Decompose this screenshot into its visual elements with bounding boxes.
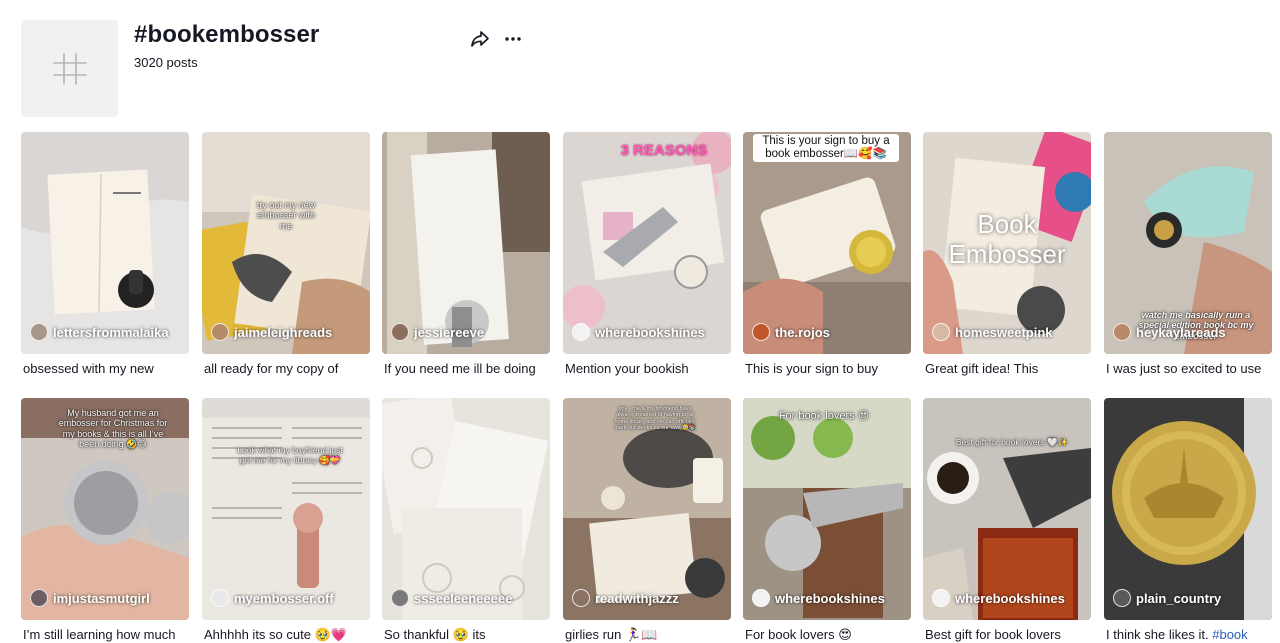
- video-caption[interactable]: I think she likes it. #book: [1106, 627, 1274, 642]
- creator-tag: jaimeleighreads: [211, 322, 332, 342]
- creator-avatar: [1113, 589, 1131, 607]
- creator-avatar: [211, 589, 229, 607]
- video-overlay-text: Look what my boyfriend just got me for m…: [237, 445, 343, 465]
- video-caption[interactable]: So thankful 🥹 its: [384, 627, 552, 643]
- video-caption[interactable]: Great gift idea! This: [925, 361, 1093, 376]
- creator-tag: myembosser.off: [211, 588, 334, 608]
- video-thumbnail[interactable]: Best gift for book lovers 🤍✨ wherebooksh…: [923, 398, 1091, 620]
- creator-avatar: [752, 323, 770, 341]
- creator-tag: homesweetpink: [932, 322, 1053, 342]
- creator-name: homesweetpink: [955, 324, 1053, 340]
- video-caption[interactable]: obsessed with my new: [23, 361, 191, 376]
- video-thumbnail[interactable]: This is your sign to buy a book embosser…: [743, 132, 911, 354]
- video-overlay-text: pov - me & my boyfriend have always drea…: [614, 406, 696, 431]
- creator-name: lettersfrommalaika: [53, 324, 169, 340]
- creator-avatar: [752, 589, 770, 607]
- video-thumbnail[interactable]: For book lovers 😍 wherebookshines: [743, 398, 911, 620]
- share-icon: [471, 31, 489, 47]
- video-overlay-text: For book lovers 😍: [778, 410, 870, 422]
- creator-avatar: [391, 323, 409, 341]
- creator-avatar: [30, 589, 48, 607]
- video-thumbnail[interactable]: ssseeleeneeeee: [382, 398, 550, 620]
- video-overlay-text: This is your sign to buy a book embosser…: [753, 134, 899, 163]
- video-thumbnail[interactable]: pov - me & my boyfriend have always drea…: [563, 398, 731, 620]
- creator-avatar: [572, 589, 590, 607]
- video-caption[interactable]: girlies run 🏃‍♀️📖: [565, 627, 733, 643]
- creator-tag: readwithjazzz: [572, 588, 679, 608]
- creator-name: ssseeleeneeeee: [414, 590, 513, 606]
- creator-tag: imjustasmutgirl: [30, 588, 150, 608]
- video-caption[interactable]: This is your sign to buy: [745, 361, 913, 376]
- video-caption[interactable]: I was just so excited to use: [1106, 361, 1274, 376]
- creator-name: jessiereeve: [414, 324, 485, 340]
- video-thumbnail[interactable]: plain_country: [1104, 398, 1272, 620]
- video-overlay-text: try out my new embosser with me: [256, 200, 316, 231]
- creator-name: wherebookshines: [955, 590, 1065, 606]
- hashtag-avatar: [21, 20, 118, 117]
- share-button[interactable]: [468, 27, 492, 51]
- video-thumbnail[interactable]: watch me basically ruin a special editio…: [1104, 132, 1272, 354]
- video-caption[interactable]: Ahhhhh its so cute 🥹💗: [204, 627, 372, 643]
- video-caption[interactable]: all ready for my copy of: [204, 361, 372, 376]
- video-overlay-text: 3 REASONS: [620, 142, 708, 159]
- hashtag-icon: [52, 52, 87, 85]
- creator-avatar: [932, 589, 950, 607]
- creator-tag: jessiereeve: [391, 322, 484, 342]
- hashtag-title: #bookembosser: [134, 21, 320, 48]
- creator-name: heykaylareads: [1136, 324, 1226, 340]
- creator-name: jaimeleighreads: [234, 324, 333, 340]
- creator-name: plain_country: [1136, 590, 1222, 606]
- video-overlay-text: My husband got me an embosser for Christ…: [58, 408, 168, 450]
- video-caption[interactable]: Mention your bookish: [565, 361, 733, 376]
- creator-tag: wherebookshines: [752, 588, 885, 608]
- creator-name: imjustasmutgirl: [53, 590, 150, 606]
- video-thumbnail[interactable]: try out my new embosser with me jaimelei…: [202, 132, 370, 354]
- video-caption[interactable]: I’m still learning how much: [23, 627, 191, 642]
- creator-avatar: [572, 323, 590, 341]
- creator-tag: plain_country: [1113, 588, 1221, 608]
- creator-name: myembosser.off: [234, 590, 334, 606]
- video-thumbnail[interactable]: Look what my boyfriend just got me for m…: [202, 398, 370, 620]
- creator-avatar: [30, 323, 48, 341]
- video-overlay-text: Book Embosser: [948, 209, 1066, 269]
- video-caption[interactable]: If you need me ill be doing: [384, 361, 552, 376]
- creator-avatar: [211, 323, 229, 341]
- creator-tag: wherebookshines: [572, 322, 705, 342]
- creator-name: wherebookshines: [595, 324, 705, 340]
- video-thumbnail[interactable]: Book Embosser homesweetpink: [923, 132, 1091, 354]
- caption-hashtag-link[interactable]: #book: [1212, 627, 1247, 642]
- video-thumbnail[interactable]: jessiereeve: [382, 132, 550, 354]
- video-caption[interactable]: For book lovers 😍: [745, 627, 913, 643]
- video-overlay-text: Best gift for book lovers 🤍✨: [955, 437, 1069, 447]
- post-count: 3020 posts: [134, 55, 198, 70]
- creator-tag: the.rojos: [752, 322, 830, 342]
- video-thumbnail[interactable]: 3 REASONS wherebookshines: [563, 132, 731, 354]
- creator-tag: lettersfrommalaika: [30, 322, 169, 342]
- more-options-button[interactable]: [501, 27, 525, 51]
- caption-text: I think she likes it.: [1106, 627, 1209, 642]
- video-thumbnail[interactable]: My husband got me an embosser for Christ…: [21, 398, 189, 620]
- creator-tag: heykaylareads: [1113, 322, 1226, 342]
- creator-name: the.rojos: [775, 324, 830, 340]
- more-icon: [505, 37, 521, 41]
- video-thumbnail[interactable]: lettersfrommalaika: [21, 132, 189, 354]
- creator-avatar: [391, 589, 409, 607]
- creator-avatar: [932, 323, 950, 341]
- creator-tag: ssseeleeneeeee: [391, 588, 512, 608]
- creator-name: wherebookshines: [775, 590, 885, 606]
- creator-name: readwithjazzz: [595, 590, 679, 606]
- hashtag-header: #bookembosser 3020 posts: [21, 20, 621, 117]
- creator-avatar: [1113, 323, 1131, 341]
- video-caption[interactable]: Best gift for book lovers: [925, 627, 1093, 642]
- creator-tag: wherebookshines: [932, 588, 1065, 608]
